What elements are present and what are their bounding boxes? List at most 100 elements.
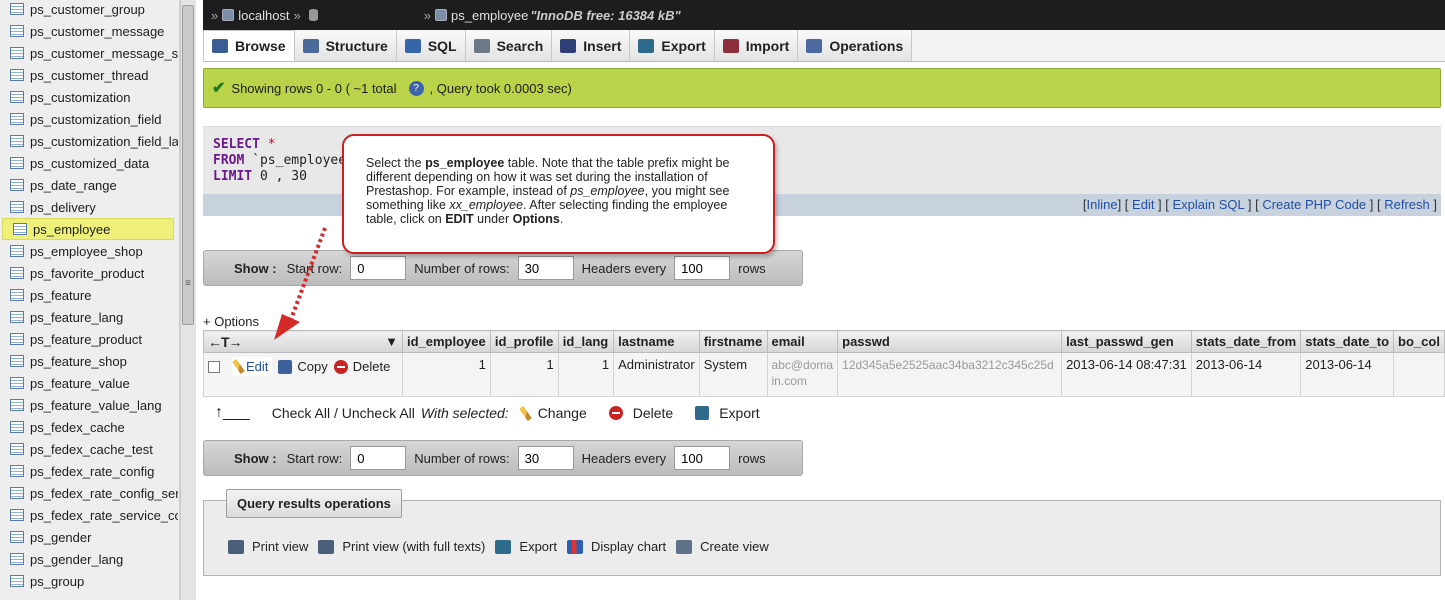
tab-operations[interactable]: Operations <box>798 30 913 61</box>
headers-input[interactable] <box>674 256 731 280</box>
bulk-export-button[interactable]: Export <box>695 405 760 421</box>
sidebar-item-ps-feature-shop[interactable]: ps_feature_shop <box>0 350 178 372</box>
tab-sql[interactable]: SQL <box>396 30 466 61</box>
create-view-link[interactable]: Create view <box>676 539 769 554</box>
sidebar-item-ps-fedex-rate-service-co[interactable]: ps_fedex_rate_service_co <box>0 504 178 526</box>
print-view-full-link[interactable]: Print view (with full texts) <box>318 539 485 554</box>
sidebar-item-ps-feature-lang[interactable]: ps_feature_lang <box>0 306 178 328</box>
edit-sql-link[interactable]: Edit <box>1132 197 1154 212</box>
sidebar-item-ps-gender[interactable]: ps_gender <box>0 526 178 548</box>
create-php-code-link[interactable]: Create PHP Code <box>1262 197 1366 212</box>
options-link[interactable]: + Options <box>203 314 259 329</box>
tab-browse[interactable]: Browse <box>203 30 295 61</box>
col-header[interactable]: bo_col <box>1393 330 1445 353</box>
table-icon <box>10 245 24 257</box>
tab-insert[interactable]: Insert <box>552 30 631 61</box>
tab-import[interactable]: Import <box>714 30 799 61</box>
change-button[interactable]: Change <box>518 405 587 421</box>
sidebar-item-ps-gender-lang[interactable]: ps_gender_lang <box>0 548 178 570</box>
sidebar-item-ps-customization-field-la[interactable]: ps_customization_field_la <box>0 130 178 152</box>
col-header[interactable]: firstname <box>698 330 768 353</box>
sidebar-item-label: ps_fedex_rate_service_co <box>30 507 178 523</box>
table-list-sidebar: ps_customer_group ps_customer_message ps_c… <box>0 0 180 600</box>
refresh-link[interactable]: Refresh <box>1384 197 1430 212</box>
table-icon <box>10 575 24 587</box>
tab-search[interactable]: Search <box>465 30 553 61</box>
tab-label: Import <box>745 37 790 54</box>
sidebar-item-label: ps_fedex_rate_config_ser <box>30 485 178 501</box>
tab-export[interactable]: Export <box>630 30 715 61</box>
sidebar-item-ps-group[interactable]: ps_group <box>0 570 178 592</box>
sidebar-item-ps-employee-shop[interactable]: ps_employee_shop <box>0 240 178 262</box>
copy-button[interactable]: Copy <box>278 359 328 374</box>
sidebar-item-ps-delivery[interactable]: ps_delivery <box>0 196 178 218</box>
check-all-link[interactable]: Check All / Uncheck All <box>272 405 415 421</box>
sidebar-item-ps-fedex-rate-config-ser[interactable]: ps_fedex_rate_config_ser <box>0 482 178 504</box>
col-header[interactable]: passwd <box>837 330 1063 353</box>
rows-input[interactable] <box>517 256 574 280</box>
sidebar-item-ps-fedex-cache[interactable]: ps_fedex_cache <box>0 416 178 438</box>
sidebar-item-ps-feature-value-lang[interactable]: ps_feature_value_lang <box>0 394 178 416</box>
bulk-delete-button[interactable]: Delete <box>608 405 674 421</box>
inline-link[interactable]: Inline <box>1087 197 1118 212</box>
breadcrumb-table[interactable]: ps_employee "InnoDB free: 16384 kB" <box>435 8 681 23</box>
chevron-down-icon[interactable]: ▼ <box>385 334 398 349</box>
col-header[interactable]: last_passwd_gen <box>1061 330 1192 353</box>
headers-input[interactable] <box>674 446 731 470</box>
callout-text: . <box>559 212 564 226</box>
display-chart-link[interactable]: Display chart <box>566 539 666 554</box>
sort-arrows-header[interactable]: ←T→ ▼ <box>203 330 403 353</box>
table-icon <box>10 267 24 279</box>
col-header[interactable]: stats_date_from <box>1190 330 1302 353</box>
edit-button[interactable]: Edit <box>232 357 273 376</box>
cell-passwd: 12d345a5e2525aac34ba3212c345c25d <box>837 352 1063 397</box>
col-header[interactable]: id_employee <box>401 330 491 353</box>
delete-label: Delete <box>632 405 674 421</box>
delete-button[interactable]: Delete <box>333 359 391 374</box>
delete-label: Delete <box>352 359 391 374</box>
sidebar-item-ps-fedex-cache-test[interactable]: ps_fedex_cache_test <box>0 438 178 460</box>
sidebar-item-ps-feature[interactable]: ps_feature <box>0 284 178 306</box>
table-icon <box>10 333 24 345</box>
pencil-icon <box>518 405 532 421</box>
sidebar-item-ps-employee[interactable]: ps_employee <box>2 218 174 240</box>
export-results-link[interactable]: Export <box>495 539 557 554</box>
database-icon[interactable] <box>308 9 318 21</box>
col-header[interactable]: email <box>766 330 839 353</box>
sidebar-item-ps-customization[interactable]: ps_customization <box>0 86 178 108</box>
col-header[interactable]: id_lang <box>557 330 615 353</box>
breadcrumb-separator: » <box>423 7 432 23</box>
rows-label: Number of rows: <box>414 260 510 276</box>
sidebar-item-ps-customer-message-s[interactable]: ps_customer_message_s <box>0 42 178 64</box>
col-header[interactable]: id_profile <box>489 330 559 353</box>
tab-label: Export <box>661 37 706 54</box>
explain-sql-link[interactable]: Explain SQL <box>1173 197 1245 212</box>
sidebar-item-ps-customized-data[interactable]: ps_customized_data <box>0 152 178 174</box>
column-arrows-icon[interactable]: ←T→ <box>208 334 243 350</box>
sidebar-item-ps-fedex-rate-config[interactable]: ps_fedex_rate_config <box>0 460 178 482</box>
col-header[interactable]: lastname <box>613 330 700 353</box>
sidebar-item-ps-favorite-product[interactable]: ps_favorite_product <box>0 262 178 284</box>
success-text-after: , Query took 0.0003 sec) <box>429 80 572 96</box>
printer-icon <box>318 539 335 554</box>
export-label: Export <box>719 405 760 421</box>
help-icon[interactable]: ? <box>408 80 424 96</box>
sidebar-item-ps-customization-field[interactable]: ps_customization_field <box>0 108 178 130</box>
print-view-link[interactable]: Print view <box>228 539 308 554</box>
rows-input[interactable] <box>517 446 574 470</box>
tab-structure[interactable]: Structure <box>294 30 397 61</box>
start-row-input[interactable] <box>350 446 407 470</box>
start-row-input[interactable] <box>350 256 407 280</box>
sidebar-item-ps-customer-group[interactable]: ps_customer_group <box>0 0 178 20</box>
sidebar-scrollbar-thumb[interactable]: ≡ <box>182 5 194 325</box>
row-checkbox[interactable] <box>208 360 220 373</box>
sidebar-item-ps-feature-product[interactable]: ps_feature_product <box>0 328 178 350</box>
sidebar-item-ps-feature-value[interactable]: ps_feature_value <box>0 372 178 394</box>
sidebar-item-label: ps_gender <box>30 529 92 545</box>
sidebar-item-ps-date-range[interactable]: ps_date_range <box>0 174 178 196</box>
col-header[interactable]: stats_date_to <box>1300 330 1395 353</box>
sidebar-item-ps-customer-thread[interactable]: ps_customer_thread <box>0 64 178 86</box>
sidebar-item-ps-customer-message[interactable]: ps_customer_message <box>0 20 178 42</box>
table-icon <box>10 487 24 499</box>
breadcrumb-server[interactable]: localhost <box>222 8 290 23</box>
